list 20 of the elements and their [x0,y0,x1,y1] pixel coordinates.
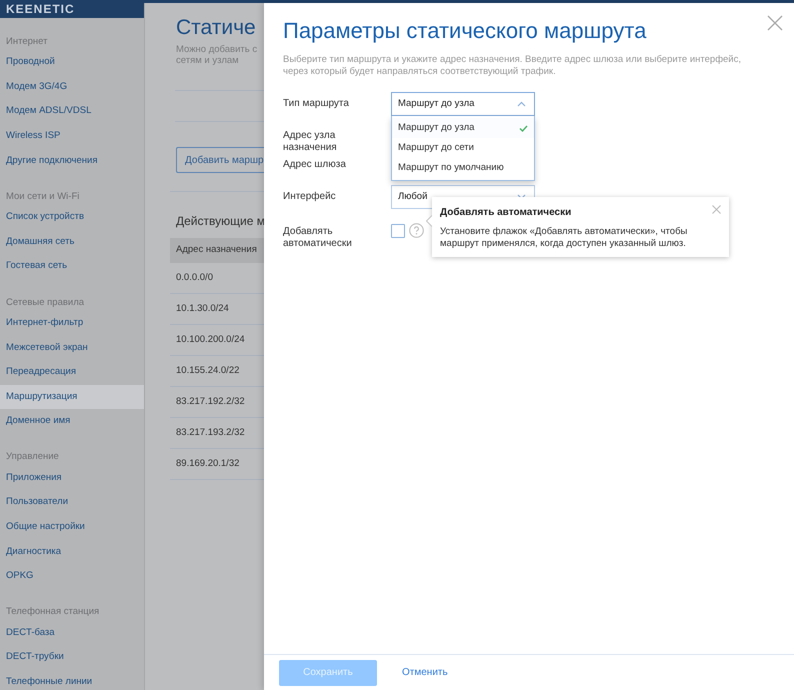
group-header: Мои сети и Wi-Fi [5,190,80,204]
tooltip-text: Установите флажок «Добавлять автоматически», чтобы маршрут применялся, когда доступен указанный шлюз. [440,226,688,250]
field-label: Адрес узла назначения [283,129,338,154]
panel-title: Параметры статического маршрута [283,17,646,45]
group-header: Сетевые правила [5,296,86,310]
group-header: Управление [5,450,60,464]
field-label: Адрес шлюза [283,158,347,171]
section-title: Действующие м [176,213,264,230]
page-title: Статиче [176,15,257,41]
field-label: Тип маршрута [283,97,350,110]
column-header: Адрес назначения [170,238,264,263]
tooltip-title: Добавлять автоматически [440,206,572,220]
group-header: Телефонная станция [5,605,100,620]
field-label: Интерфейс [283,190,337,203]
logo: KEENETIC [6,1,75,18]
page-description: Можно добавить с [176,44,258,55]
field-label: Добавлять автоматически [283,225,353,250]
page-description: сетям и узлам [176,55,240,66]
panel-description: Выберите тип маршрута и укажите адрес назначения. Введите адрес шлюза или выберите интерфейс, через который будет направляться соответствующий трафик. [283,54,742,78]
group-header: Интернет [5,34,48,49]
